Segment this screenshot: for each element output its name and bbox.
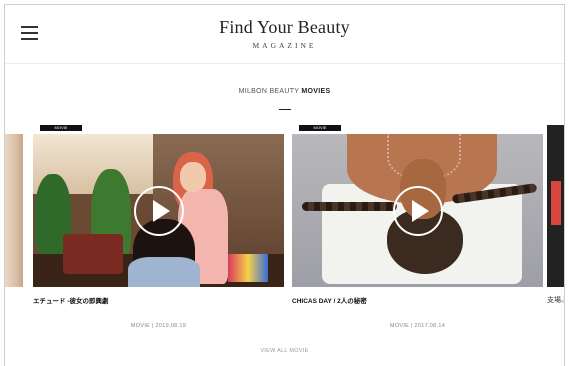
- section-divider: [279, 109, 291, 110]
- play-icon[interactable]: [133, 185, 184, 236]
- next-card-title[interactable]: 支場ふ: [547, 295, 564, 305]
- site-header: Find Your Beauty MAGAZINE: [5, 5, 564, 64]
- movie-carousel[interactable]: MOVIE エチュード -彼女の即興劇 MOVIE | 2019.08.19 M…: [5, 125, 564, 335]
- play-icon[interactable]: [392, 185, 443, 236]
- movie-title[interactable]: CHICAS DAY / 2人の秘密: [292, 295, 367, 305]
- movie-badge: MOVIE: [299, 125, 341, 131]
- movie-title[interactable]: エチュード -彼女の即興劇: [33, 295, 108, 305]
- movie-thumbnail[interactable]: [33, 134, 284, 287]
- view-all-link[interactable]: VIEW ALL MOVIE: [0, 348, 569, 354]
- brand-logo[interactable]: Find Your Beauty MAGAZINE: [5, 17, 564, 50]
- movie-meta: MOVIE | 2017.08.14: [389, 323, 446, 329]
- previous-card-peek[interactable]: [5, 134, 23, 287]
- next-card-peek[interactable]: [547, 125, 564, 287]
- section-title-light: MILBON BEAUTY: [238, 88, 300, 95]
- section-title-bold: MOVIES: [301, 88, 331, 95]
- page-frame: Find Your Beauty MAGAZINE MILBON BEAUTY …: [4, 4, 565, 366]
- movie-badge: MOVIE: [40, 125, 82, 131]
- brand-subtitle: MAGAZINE: [252, 41, 317, 50]
- brand-title: Find Your Beauty: [219, 17, 350, 37]
- movie-meta: MOVIE | 2019.08.19: [130, 323, 187, 329]
- movie-thumbnail[interactable]: [292, 134, 543, 287]
- section-title: MILBON BEAUTY MOVIES: [5, 88, 564, 95]
